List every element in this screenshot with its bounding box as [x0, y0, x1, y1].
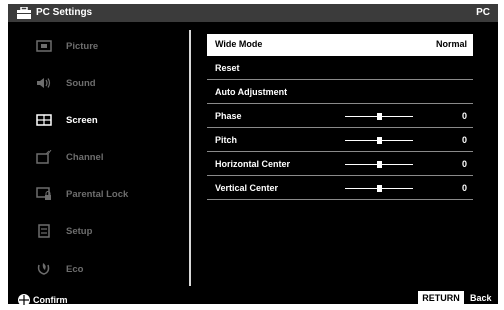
setup-icon [38, 224, 50, 238]
sidebar-item-label: Parental Lock [66, 189, 129, 200]
row-value: 0 [461, 135, 467, 145]
sidebar-item-parental-lock[interactable]: Parental Lock [36, 185, 186, 205]
vertical-center-slider[interactable] [345, 185, 413, 192]
sidebar-item-sound[interactable]: Sound [36, 74, 186, 94]
menu-row-pitch[interactable]: Pitch 0 [207, 130, 473, 152]
row-value: 0 [461, 159, 467, 169]
sidebar-item-label: Sound [66, 78, 96, 89]
sidebar: Picture Sound Screen Channel Parental Lo… [8, 28, 186, 288]
toolbox-icon [17, 7, 31, 19]
picture-icon [36, 40, 52, 52]
menu-row-phase[interactable]: Phase 0 [207, 106, 473, 128]
menu-row-vertical-center[interactable]: Vertical Center 0 [207, 178, 473, 200]
window-title: PC Settings [36, 7, 93, 18]
row-label: Auto Adjustment [215, 87, 288, 97]
sidebar-item-label: Picture [66, 41, 99, 52]
menu-row-horizontal-center[interactable]: Horizontal Center 0 [207, 154, 473, 176]
return-button[interactable]: RETURN [418, 291, 464, 305]
row-label: Horizontal Center [215, 159, 291, 169]
eco-icon [37, 263, 50, 275]
phase-slider[interactable] [345, 113, 413, 120]
sidebar-item-setup[interactable]: Setup [36, 222, 186, 242]
row-label: Phase [215, 111, 242, 121]
slider-knob[interactable] [376, 113, 382, 120]
menu-row-wide-mode[interactable]: Wide Mode Normal [207, 34, 473, 56]
screen-icon [36, 114, 52, 126]
sidebar-item-eco[interactable]: Eco [36, 260, 186, 280]
sidebar-item-channel[interactable]: Channel [36, 148, 186, 168]
slider-knob[interactable] [376, 137, 382, 144]
row-label: Wide Mode [215, 39, 263, 49]
row-value: Normal [435, 39, 467, 49]
sidebar-item-label: Screen [66, 115, 98, 126]
row-label: Vertical Center [215, 183, 279, 193]
dpad-icon [18, 294, 30, 306]
input-source-label: PC [476, 7, 490, 18]
panel-divider [189, 30, 191, 286]
row-value: 0 [461, 183, 467, 193]
title-bar: PC Settings PC [8, 4, 498, 22]
sidebar-item-label: Setup [66, 226, 93, 237]
parental-lock-icon [36, 187, 51, 200]
sidebar-item-screen[interactable]: Screen [36, 111, 186, 131]
speaker-icon [37, 78, 51, 88]
slider-knob[interactable] [376, 185, 382, 192]
horizontal-center-slider[interactable] [345, 161, 413, 168]
slider-knob[interactable] [376, 161, 382, 168]
menu-row-reset[interactable]: Reset [207, 58, 473, 80]
confirm-label: Confirm [33, 295, 68, 305]
row-label: Pitch [215, 135, 238, 145]
row-value: 0 [461, 111, 467, 121]
tv-settings-screen: PC Settings PC Picture Sound Screen Chan… [8, 4, 498, 306]
channel-icon [36, 150, 52, 164]
pitch-slider[interactable] [345, 137, 413, 144]
menu-row-auto-adjustment[interactable]: Auto Adjustment [207, 82, 473, 104]
sidebar-item-label: Eco [66, 264, 84, 275]
row-label: Reset [215, 63, 240, 73]
sidebar-item-label: Channel [66, 152, 104, 163]
sidebar-item-picture[interactable]: Picture [36, 37, 186, 57]
back-label: Back [470, 293, 492, 303]
